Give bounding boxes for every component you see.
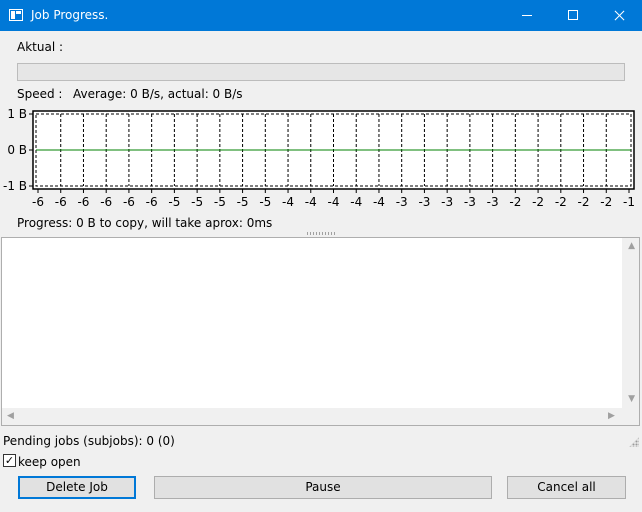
x-tick-label: -6 bbox=[77, 195, 89, 209]
x-tick-label: -5 bbox=[191, 195, 203, 209]
x-tick-label: -6 bbox=[100, 195, 112, 209]
actual-progress-bar bbox=[17, 63, 625, 81]
scroll-down-icon[interactable]: ▼ bbox=[628, 395, 635, 404]
speed-graph-svg: -6 -6 -6 -6 -6 -6 -5 -5 -5 -5 -5 -4 -4 -4 -4 -4 -3 -3 -3 -3… bbox=[3, 107, 635, 209]
pending-jobs-status: Pending jobs (subjobs): 0 (0) bbox=[3, 434, 175, 448]
log-textarea[interactable]: ▲ ▼ ◀ ▶ bbox=[1, 237, 640, 426]
scrollbar-corner bbox=[622, 408, 639, 425]
x-tick-label: -3 bbox=[418, 195, 430, 209]
x-tick-label: -2 bbox=[532, 195, 544, 209]
x-tick-label: -3 bbox=[396, 195, 408, 209]
x-tick-label: -4 bbox=[350, 195, 362, 209]
x-tick-label: -2 bbox=[509, 195, 521, 209]
x-tick-label: -2 bbox=[555, 195, 567, 209]
progress-text: Progress: 0 B to copy, will take aprox: … bbox=[17, 216, 273, 230]
keep-open-label[interactable]: keep open bbox=[18, 455, 81, 469]
x-tick-label: -5 bbox=[168, 195, 180, 209]
x-tick-label: -3 bbox=[441, 195, 453, 209]
x-tick-label: -1 bbox=[623, 195, 635, 209]
app-window-icon bbox=[9, 9, 23, 21]
scroll-up-icon[interactable]: ▲ bbox=[628, 242, 635, 251]
cancel-all-button[interactable]: Cancel all bbox=[507, 476, 626, 499]
x-tick-label: -2 bbox=[600, 195, 612, 209]
minimize-button[interactable] bbox=[504, 0, 550, 31]
x-tick-label: -4 bbox=[282, 195, 294, 209]
speed-graph: -6 -6 -6 -6 -6 -6 -5 -5 -5 -5 -5 -4 -4 -4 -4 -4 -3 -3 -3 -3… bbox=[0, 105, 642, 215]
y-tick-label: -1 B bbox=[3, 179, 27, 193]
window-title: Job Progress. bbox=[31, 8, 109, 22]
x-tick-label: -4 bbox=[328, 195, 340, 209]
x-tick-label: -3 bbox=[464, 195, 476, 209]
actual-label: Aktual : bbox=[17, 40, 64, 54]
x-tick-label: -6 bbox=[146, 195, 158, 209]
x-tick-label: -5 bbox=[237, 195, 249, 209]
vertical-scrollbar[interactable]: ▲ ▼ bbox=[622, 238, 639, 409]
close-button[interactable] bbox=[596, 0, 642, 31]
speed-label: Speed : bbox=[17, 87, 63, 101]
speed-value: Average: 0 B/s, actual: 0 B/s bbox=[73, 87, 243, 101]
y-tick-label: 1 B bbox=[7, 107, 27, 121]
x-tick-label: -4 bbox=[305, 195, 317, 209]
resize-grip[interactable] bbox=[629, 437, 639, 447]
maximize-button[interactable] bbox=[550, 0, 596, 31]
delete-job-button[interactable]: Delete Job bbox=[18, 476, 136, 499]
x-tick-label: -6 bbox=[55, 195, 67, 209]
scroll-left-icon[interactable]: ◀ bbox=[7, 412, 14, 421]
splitter-handle[interactable] bbox=[307, 232, 335, 235]
x-tick-label: -6 bbox=[123, 195, 135, 209]
scroll-right-icon[interactable]: ▶ bbox=[608, 412, 615, 421]
x-tick-label: -3 bbox=[487, 195, 499, 209]
pause-button[interactable]: Pause bbox=[154, 476, 492, 499]
x-tick-label: -2 bbox=[578, 195, 590, 209]
x-tick-label: -4 bbox=[373, 195, 385, 209]
x-tick-label: -5 bbox=[259, 195, 271, 209]
y-tick-label: 0 B bbox=[7, 143, 27, 157]
keep-open-checkbox[interactable]: ✓ bbox=[3, 454, 16, 467]
x-tick-label: -6 bbox=[32, 195, 44, 209]
x-tick-label: -5 bbox=[214, 195, 226, 209]
title-bar[interactable]: Job Progress. bbox=[0, 0, 642, 31]
horizontal-scrollbar[interactable]: ◀ ▶ bbox=[2, 408, 622, 425]
